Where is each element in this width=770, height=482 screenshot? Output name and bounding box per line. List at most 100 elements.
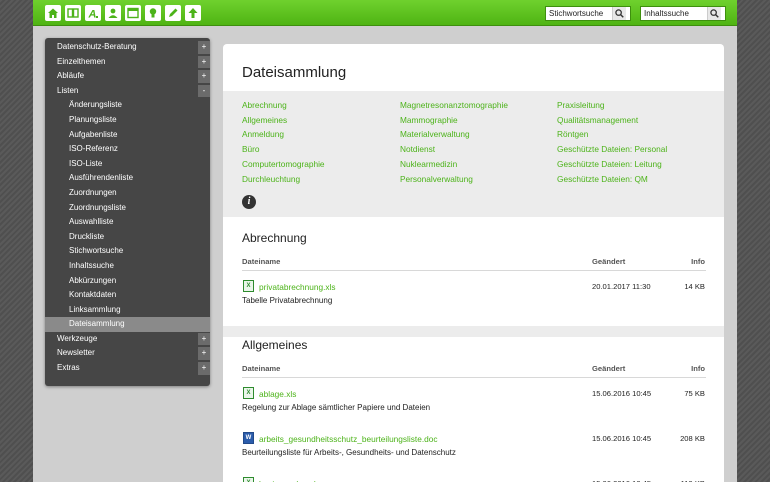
window-icon[interactable] bbox=[125, 5, 141, 21]
sidebar-item[interactable]: Dateisammlung bbox=[45, 317, 210, 332]
category-link[interactable]: Computertomographie bbox=[242, 159, 325, 169]
sidebar-item[interactable]: Auswahlliste bbox=[45, 215, 210, 230]
category-link[interactable]: Materialverwaltung bbox=[400, 129, 470, 139]
sidebar-item-label: Kontaktdaten bbox=[69, 290, 117, 300]
main-card: Dateisammlung i Abrechnung Allgemeines Anm… bbox=[223, 44, 724, 482]
sidebar-item[interactable]: Listen - bbox=[45, 84, 210, 99]
sidebar-item-label: Stichwortsuche bbox=[69, 246, 124, 256]
top-toolbar: A bbox=[33, 0, 737, 26]
text-a-icon[interactable]: A bbox=[85, 5, 101, 21]
sidebar-item[interactable]: ISO-Liste bbox=[45, 157, 210, 172]
keyword-search-input[interactable] bbox=[546, 9, 612, 18]
sidebar-item[interactable]: Werkzeuge + bbox=[45, 332, 210, 347]
sidebar-item-label: Änderungsliste bbox=[69, 100, 122, 110]
sidebar-item[interactable]: Planungsliste bbox=[45, 113, 210, 128]
section-separator bbox=[223, 326, 724, 337]
expand-toggle[interactable]: + bbox=[198, 70, 210, 83]
category-link[interactable]: Notdienst bbox=[400, 144, 435, 154]
file-date: 20.01.2017 11:30 bbox=[592, 282, 651, 291]
search-icon[interactable] bbox=[707, 7, 721, 20]
word-file-icon: W bbox=[243, 432, 254, 444]
column-header-changed[interactable]: Geändert bbox=[592, 257, 625, 266]
book-icon[interactable] bbox=[65, 5, 81, 21]
sidebar-item[interactable]: Abläufe + bbox=[45, 69, 210, 84]
content-search-box bbox=[640, 6, 726, 21]
sidebar-item[interactable]: Inhaltssuche bbox=[45, 259, 210, 274]
search-icon[interactable] bbox=[612, 7, 626, 20]
category-link[interactable]: Magnetresonanztomographie bbox=[400, 100, 508, 110]
sidebar-item-label: Planungsliste bbox=[69, 114, 117, 124]
sidebar-item-label: Abläufe bbox=[57, 71, 85, 81]
info-icon[interactable]: i bbox=[242, 195, 256, 209]
column-header-name[interactable]: Dateiname bbox=[242, 257, 280, 266]
sidebar-item[interactable]: Kontaktdaten bbox=[45, 288, 210, 303]
sidebar-item[interactable]: Linksammlung bbox=[45, 303, 210, 318]
sidebar-item[interactable]: Zuordnungsliste bbox=[45, 201, 210, 216]
category-link[interactable]: Mammographie bbox=[400, 115, 458, 125]
category-link[interactable]: Allgemeines bbox=[242, 115, 287, 125]
content-search-input[interactable] bbox=[641, 9, 707, 18]
lightbulb-icon[interactable] bbox=[145, 5, 161, 21]
collapse-toggle[interactable]: - bbox=[198, 84, 210, 98]
file-description: Beurteilungsliste für Arbeits-, Gesundhe… bbox=[242, 448, 456, 457]
upload-icon[interactable] bbox=[185, 5, 201, 21]
expand-toggle[interactable]: + bbox=[198, 362, 210, 375]
category-link[interactable]: Durchleuchtung bbox=[242, 174, 300, 184]
sidebar-item[interactable]: Datenschutz-Beratung + bbox=[45, 40, 210, 55]
sidebar-item[interactable]: Zuordnungen bbox=[45, 186, 210, 201]
sidebar-item-label: ISO-Referenz bbox=[69, 144, 118, 154]
category-link[interactable]: Praxisleitung bbox=[557, 100, 605, 110]
expand-toggle[interactable]: + bbox=[198, 55, 210, 69]
sidebar-item-label: Newsletter bbox=[57, 348, 95, 358]
sidebar-item[interactable]: ISO-Referenz bbox=[45, 142, 210, 157]
category-link[interactable]: Personalverwaltung bbox=[400, 174, 473, 184]
column-header-changed[interactable]: Geändert bbox=[592, 364, 625, 373]
category-link[interactable]: Büro bbox=[242, 144, 260, 154]
file-description: Tabelle Privatabrechnung bbox=[242, 296, 333, 305]
sidebar-item[interactable]: Stichwortsuche bbox=[45, 244, 210, 259]
sidebar-item[interactable]: Aufgabenliste bbox=[45, 128, 210, 143]
pencil-icon[interactable] bbox=[165, 5, 181, 21]
expand-toggle[interactable]: + bbox=[198, 41, 210, 54]
column-header-info[interactable]: Info bbox=[691, 364, 705, 373]
category-link[interactable]: Röntgen bbox=[557, 129, 588, 139]
file-link[interactable]: privatabrechnung.xls bbox=[259, 282, 336, 292]
file-link[interactable]: arbeits_gesundheitsschutz_beurteilungsli… bbox=[259, 434, 438, 444]
expand-toggle[interactable]: + bbox=[198, 347, 210, 361]
sidebar-item[interactable]: Extras + bbox=[45, 361, 210, 376]
sidebar-item[interactable]: Ausführendenliste bbox=[45, 171, 210, 186]
category-link[interactable]: Geschützte Dateien: Leitung bbox=[557, 159, 662, 169]
category-link[interactable]: Geschützte Dateien: Personal bbox=[557, 144, 667, 154]
sidebar-item-label: Abkürzungen bbox=[69, 275, 117, 285]
sidebar-item-label: Zuordnungsliste bbox=[69, 202, 126, 212]
column-header-name[interactable]: Dateiname bbox=[242, 364, 280, 373]
category-link[interactable]: Abrechnung bbox=[242, 100, 287, 110]
column-header-info[interactable]: Info bbox=[691, 257, 705, 266]
sidebar-item-label: Einzelthemen bbox=[57, 56, 106, 66]
file-size: 14 KB bbox=[684, 282, 705, 291]
sidebar-item-label: Extras bbox=[57, 363, 80, 373]
file-description: Regelung zur Ablage sämtlicher Papiere u… bbox=[242, 403, 431, 412]
sidebar-item-label: Werkzeuge bbox=[57, 333, 98, 343]
sidebar-item[interactable]: Abkürzungen bbox=[45, 274, 210, 289]
user-icon[interactable] bbox=[105, 5, 121, 21]
sidebar-item[interactable]: Newsletter + bbox=[45, 346, 210, 361]
expand-toggle[interactable]: + bbox=[198, 332, 210, 346]
sidebar-item-label: Auswahlliste bbox=[69, 217, 114, 227]
sidebar-item[interactable]: Änderungsliste bbox=[45, 98, 210, 113]
file-link[interactable]: ablage.xls bbox=[259, 389, 296, 399]
category-link[interactable]: Qualitätsmanagement bbox=[557, 115, 638, 125]
sidebar-item-label: Dateisammlung bbox=[69, 319, 125, 329]
header-divider bbox=[242, 270, 706, 271]
file-size: 75 KB bbox=[684, 389, 705, 398]
header-divider bbox=[242, 377, 706, 378]
home-icon[interactable] bbox=[45, 5, 61, 21]
sidebar-item-label: Druckliste bbox=[69, 231, 105, 241]
sidebar-item[interactable]: Einzelthemen + bbox=[45, 55, 210, 70]
excel-file-icon: X bbox=[243, 477, 254, 482]
category-link[interactable]: Nuklearmedizin bbox=[400, 159, 457, 169]
category-link[interactable]: Geschützte Dateien: QM bbox=[557, 174, 648, 184]
app-stage: A Datenschutz-Beratu bbox=[33, 0, 737, 482]
category-link[interactable]: Anmeldung bbox=[242, 129, 284, 139]
sidebar-item[interactable]: Druckliste bbox=[45, 230, 210, 245]
